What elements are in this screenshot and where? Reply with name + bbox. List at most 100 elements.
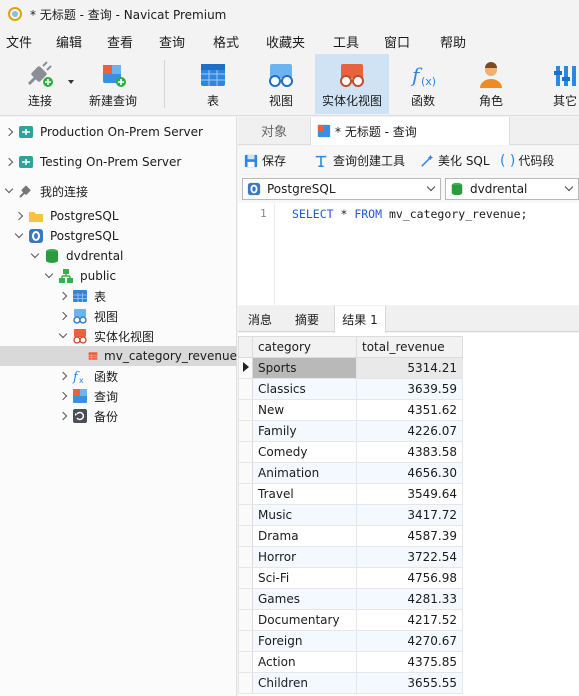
database-dvdrental[interactable]: dvdrental (0, 246, 237, 266)
cell-total-revenue[interactable]: 3549.64 (356, 483, 463, 505)
server-production[interactable]: Production On-Prem Server (0, 122, 237, 142)
row-marker[interactable] (238, 462, 253, 484)
cell-category[interactable]: Games (252, 588, 357, 610)
save-button[interactable]: 保存 (244, 152, 286, 169)
connect-button[interactable]: 连接 (14, 54, 66, 114)
chevron-right-icon[interactable] (58, 291, 68, 301)
table-row[interactable]: Foreign 4270.67 (238, 630, 463, 652)
cell-category[interactable]: Horror (252, 546, 357, 568)
chevron-right-icon[interactable] (14, 211, 24, 221)
cell-total-revenue[interactable]: 3655.55 (356, 672, 463, 694)
menu-help[interactable]: 帮助 (434, 32, 466, 51)
connection-postgresql-2[interactable]: PostgreSQL (0, 226, 237, 246)
chevron-down-icon[interactable] (30, 251, 40, 261)
chevron-down-icon[interactable] (14, 231, 24, 241)
chevron-right-icon[interactable] (58, 311, 68, 321)
cell-category[interactable]: Action (252, 651, 357, 673)
cell-total-revenue[interactable]: 3417.72 (356, 504, 463, 526)
row-marker[interactable] (238, 357, 253, 379)
other-button[interactable]: 其它 (542, 54, 579, 114)
tables-node[interactable]: 表 (0, 286, 237, 306)
my-connections-group[interactable]: 我的连接 (0, 181, 237, 201)
table-row[interactable]: Music 3417.72 (238, 504, 463, 526)
row-marker[interactable] (238, 630, 253, 652)
row-marker[interactable] (238, 420, 253, 442)
cell-category[interactable]: Foreign (252, 630, 357, 652)
table-row[interactable]: Horror 3722.54 (238, 546, 463, 568)
cell-category[interactable]: New (252, 399, 357, 421)
table-row[interactable]: Action 4375.85 (238, 651, 463, 673)
table-button[interactable]: 表 (190, 54, 236, 114)
code-snippet-button[interactable]: ( ) 代码段 (500, 152, 554, 169)
table-row[interactable]: Animation 4656.30 (238, 462, 463, 484)
cell-total-revenue[interactable]: 4383.58 (356, 441, 463, 463)
menu-view[interactable]: 查看 (101, 32, 133, 51)
column-header-category[interactable]: category (252, 336, 357, 358)
cell-category[interactable]: Animation (252, 462, 357, 484)
cell-category[interactable]: Family (252, 420, 357, 442)
database-select[interactable]: dvdrental (445, 178, 579, 200)
row-marker[interactable] (238, 525, 253, 547)
table-row[interactable]: Games 4281.33 (238, 588, 463, 610)
cell-total-revenue[interactable]: 3722.54 (356, 546, 463, 568)
table-row[interactable]: Drama 4587.39 (238, 525, 463, 547)
chevron-right-icon[interactable] (58, 391, 68, 401)
new-query-button[interactable]: 新建查询 (84, 54, 142, 114)
connect-dropdown-icon[interactable] (68, 80, 74, 84)
table-row[interactable]: Classics 3639.59 (238, 378, 463, 400)
schema-public[interactable]: public (0, 266, 237, 286)
cell-total-revenue[interactable]: 5314.21 (356, 357, 463, 379)
cell-category[interactable]: Music (252, 504, 357, 526)
chevron-down-icon[interactable] (44, 271, 54, 281)
table-row[interactable]: Comedy 4383.58 (238, 441, 463, 463)
view-button[interactable]: 视图 (256, 54, 306, 114)
table-row[interactable]: Family 4226.07 (238, 420, 463, 442)
table-row[interactable]: Travel 3549.64 (238, 483, 463, 505)
tab-summary[interactable]: 摘要 (284, 306, 330, 332)
row-marker[interactable] (238, 672, 253, 694)
menu-query[interactable]: 查询 (153, 32, 185, 51)
cell-total-revenue[interactable]: 4587.39 (356, 525, 463, 547)
chevron-right-icon[interactable] (58, 411, 68, 421)
menu-file[interactable]: 文件 (0, 32, 32, 51)
materialized-view-button[interactable]: 实体化视图 (315, 54, 389, 114)
chevron-down-icon[interactable] (58, 331, 68, 341)
cell-category[interactable]: Sci-Fi (252, 567, 357, 589)
sql-editor[interactable]: 1 SELECT * FROM mv_category_revenue; (238, 203, 579, 305)
cell-total-revenue[interactable]: 4217.52 (356, 609, 463, 631)
cell-total-revenue[interactable]: 4756.98 (356, 567, 463, 589)
backups-node[interactable]: 备份 (0, 406, 237, 426)
table-row[interactable]: Sports 5314.21 (238, 357, 463, 379)
chevron-down-icon[interactable] (4, 186, 14, 196)
menu-edit[interactable]: 编辑 (50, 32, 82, 51)
result-grid[interactable]: category total_revenue Sports 5314.21 Clas… (238, 333, 579, 696)
cell-total-revenue[interactable]: 4281.33 (356, 588, 463, 610)
tab-result-1[interactable]: 结果 1 (334, 306, 386, 333)
tab-objects[interactable]: 对象 (238, 117, 310, 144)
row-marker[interactable] (238, 441, 253, 463)
row-marker[interactable] (238, 378, 253, 400)
chevron-right-icon[interactable] (4, 127, 14, 137)
views-node[interactable]: 视图 (0, 306, 237, 326)
cell-category[interactable]: Classics (252, 378, 357, 400)
connection-postgresql-1[interactable]: PostgreSQL (0, 206, 237, 226)
sql-code-line[interactable]: SELECT * FROM mv_category_revenue; (292, 207, 527, 221)
cell-category[interactable]: Documentary (252, 609, 357, 631)
menu-format[interactable]: 格式 (207, 32, 239, 51)
cell-category[interactable]: Comedy (252, 441, 357, 463)
functions-node[interactable]: fx 函数 (0, 366, 237, 386)
tab-query[interactable]: * 无标题 - 查询 (310, 117, 510, 145)
chevron-right-icon[interactable] (4, 157, 14, 167)
menu-window[interactable]: 窗口 (378, 32, 410, 51)
beautify-sql-button[interactable]: 美化 SQL (420, 152, 490, 169)
role-button[interactable]: 角色 (468, 54, 514, 114)
cell-total-revenue[interactable]: 4270.67 (356, 630, 463, 652)
cell-total-revenue[interactable]: 3639.59 (356, 378, 463, 400)
queries-node[interactable]: 查询 (0, 386, 237, 406)
chevron-right-icon[interactable] (58, 371, 68, 381)
materialized-views-node[interactable]: 实体化视图 (0, 326, 237, 346)
table-row[interactable]: Documentary 4217.52 (238, 609, 463, 631)
row-marker[interactable] (238, 651, 253, 673)
row-marker[interactable] (238, 546, 253, 568)
cell-total-revenue[interactable]: 4656.30 (356, 462, 463, 484)
